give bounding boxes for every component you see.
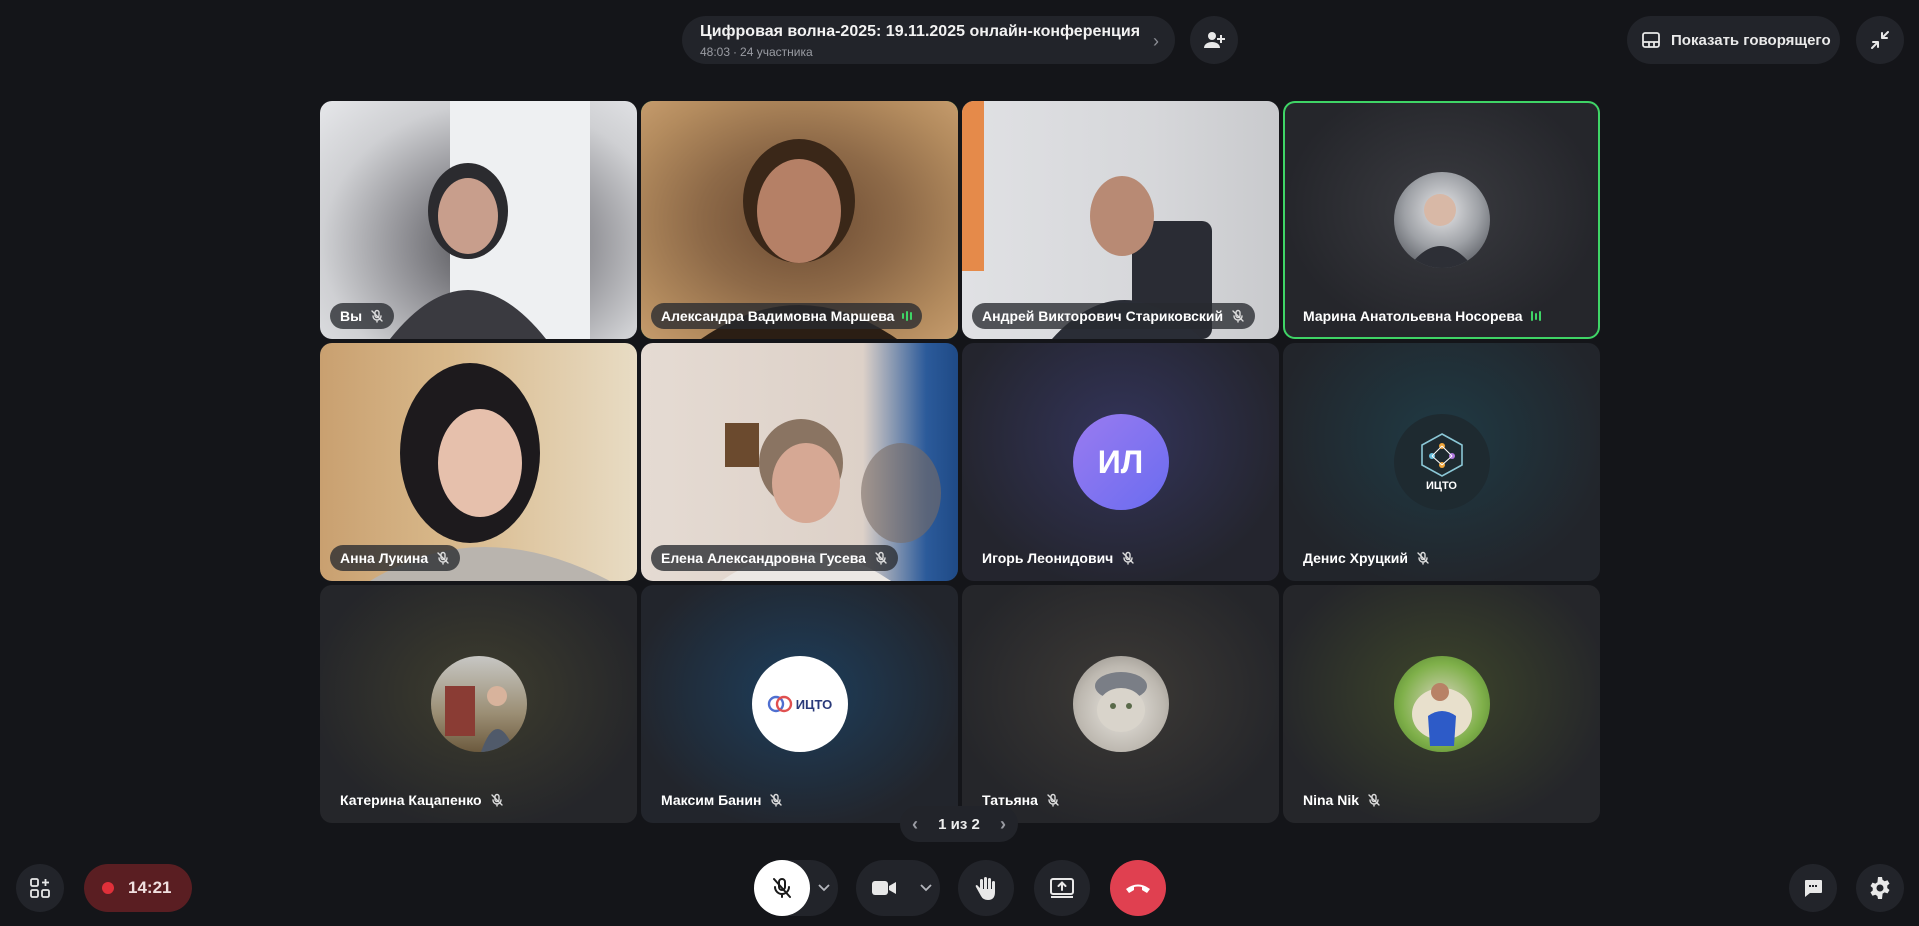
apps-add-icon (30, 878, 50, 898)
logo-text: ИЦТО (1426, 480, 1457, 492)
participant-tile[interactable]: Татьяна (962, 585, 1279, 823)
participant-name-tag: Анна Лукина (330, 545, 461, 571)
hand-icon (975, 877, 995, 900)
participant-name: Игорь Леонидович (982, 550, 1114, 566)
participant-tile[interactable]: Катерина Кацапенко (320, 585, 637, 823)
mic-off-icon (371, 309, 383, 323)
participant-name: Анна Лукина (340, 550, 429, 566)
participant-name: Вы (340, 308, 363, 324)
participant-name-tag: Денис Хруцкий (1293, 545, 1440, 571)
next-page-icon[interactable]: › (1000, 814, 1006, 835)
mic-toggle-button[interactable] (754, 860, 810, 916)
mic-options-chevron-icon[interactable] (810, 884, 838, 892)
participant-tile[interactable]: Александра Вадимовна Маршева (641, 101, 958, 339)
exit-fullscreen-button[interactable] (1856, 16, 1904, 64)
share-screen-button[interactable] (1034, 860, 1090, 916)
participant-name-tag: Nina Nik (1293, 787, 1391, 813)
recording-time: 14:21 (128, 878, 172, 897)
conference-meta: 48:03 · 24 участника (700, 45, 813, 59)
settings-button[interactable] (1856, 864, 1904, 912)
icto-logo-icon (1420, 433, 1463, 477)
camera-options-chevron-icon[interactable] (912, 884, 940, 892)
participant-name: Александра Вадимовна Маршева (661, 308, 895, 324)
logo-text: ИЦТО (795, 696, 833, 712)
conference-title-pill[interactable]: Цифровая волна-2025: 19.11.2025 онлайн-к… (682, 16, 1175, 64)
icto-logo-icon (767, 695, 792, 713)
mic-off-icon (1047, 793, 1059, 807)
participant-name: Марина Анатольевна Носорева (1303, 308, 1523, 324)
participant-tile[interactable]: Nina Nik (1283, 585, 1600, 823)
recording-indicator[interactable]: 14:21 (84, 864, 192, 912)
mic-off-icon (1122, 551, 1135, 565)
prev-page-icon[interactable]: ‹ (912, 814, 918, 835)
participant-name-tag: Андрей Викторович Стариковский (972, 303, 1256, 329)
chat-icon (1805, 880, 1822, 897)
participant-name-tag: Елена Александровна Гусева (651, 545, 898, 571)
participant-name: Андрей Викторович Стариковский (982, 308, 1224, 324)
participant-tile[interactable]: Елена Александровна Гусева (641, 343, 958, 581)
avatar: ИЦТО (1393, 414, 1490, 510)
chevron-right-icon: › (1153, 31, 1159, 51)
add-participant-button[interactable] (1190, 16, 1238, 64)
participant-tile[interactable]: Анна Лукина (320, 343, 637, 581)
camera-icon (872, 881, 896, 895)
recording-dot-icon (102, 882, 114, 894)
participant-name: Денис Хруцкий (1303, 550, 1408, 566)
video-grid: Вы Александра Вадимовна Маршева Андрей В… (320, 101, 1600, 823)
mic-off-icon (1232, 309, 1244, 323)
participant-count: 24 участника (740, 45, 813, 59)
end-call-button[interactable] (1110, 860, 1166, 916)
screen-share-icon (1050, 878, 1074, 898)
page-indicator: 1 из 2 (938, 815, 980, 833)
participant-name-tag: Марина Анатольевна Носорева (1293, 303, 1551, 329)
participant-name-tag: Александра Вадимовна Маршева (651, 303, 923, 329)
camera-control-group (856, 860, 940, 916)
mic-off-icon (770, 793, 783, 807)
avatar (1393, 656, 1490, 752)
participant-name-tag: Вы (330, 303, 395, 329)
avatar: ИЦТО (751, 656, 848, 752)
avatar (1072, 656, 1169, 752)
show-speaker-label: Показать говорящего (1671, 31, 1831, 49)
conference-title: Цифровая волна-2025: 19.11.2025 онлайн-к… (700, 23, 1141, 40)
participant-tile[interactable]: Андрей Викторович Стариковский (962, 101, 1279, 339)
participant-tile[interactable]: ИЦТО Денис Хруцкий (1283, 343, 1600, 581)
participant-name: Катерина Кацапенко (340, 792, 482, 808)
mic-off-icon (437, 551, 449, 565)
mic-off-icon (773, 878, 791, 898)
show-speaker-button[interactable]: Показать говорящего (1627, 16, 1840, 64)
gear-icon (1870, 877, 1890, 899)
mic-off-icon (1417, 551, 1429, 565)
participant-tile[interactable]: Марина Анатольевна Носорева (1283, 101, 1600, 339)
avatar (430, 656, 527, 752)
participant-name-tag: Максим Банин (651, 787, 793, 813)
apps-button[interactable] (16, 864, 64, 912)
mic-off-icon (490, 793, 503, 807)
add-user-icon (1204, 32, 1225, 48)
participant-name: Максим Банин (661, 792, 762, 808)
participant-name-tag: Катерина Кацапенко (330, 787, 514, 813)
participant-name: Nina Nik (1303, 792, 1360, 808)
audio-level-icon (1530, 311, 1541, 321)
mic-off-icon (1368, 793, 1380, 807)
avatar (1393, 172, 1490, 268)
participant-name: Елена Александровна Гусева (661, 550, 866, 566)
elapsed-time: 48:03 (700, 45, 731, 59)
participant-tile[interactable]: Вы (320, 101, 637, 339)
raise-hand-button[interactable] (958, 860, 1014, 916)
grid-pager: ‹ 1 из 2 › (900, 806, 1018, 842)
chat-button[interactable] (1789, 864, 1837, 912)
collapse-icon (1871, 31, 1889, 49)
participant-tile[interactable]: ИЛ Игорь Леонидович (962, 343, 1279, 581)
mic-off-icon (875, 551, 887, 565)
mic-control-group (754, 860, 838, 916)
camera-toggle-button[interactable] (856, 860, 912, 916)
participant-tile[interactable]: ИЦТО Максим Банин (641, 585, 958, 823)
layout-speaker-icon (1642, 32, 1660, 48)
avatar-initials: ИЛ (1072, 414, 1169, 510)
participant-name-tag: Игорь Леонидович (972, 545, 1145, 571)
hang-up-icon (1126, 884, 1150, 893)
audio-level-icon (902, 311, 913, 321)
